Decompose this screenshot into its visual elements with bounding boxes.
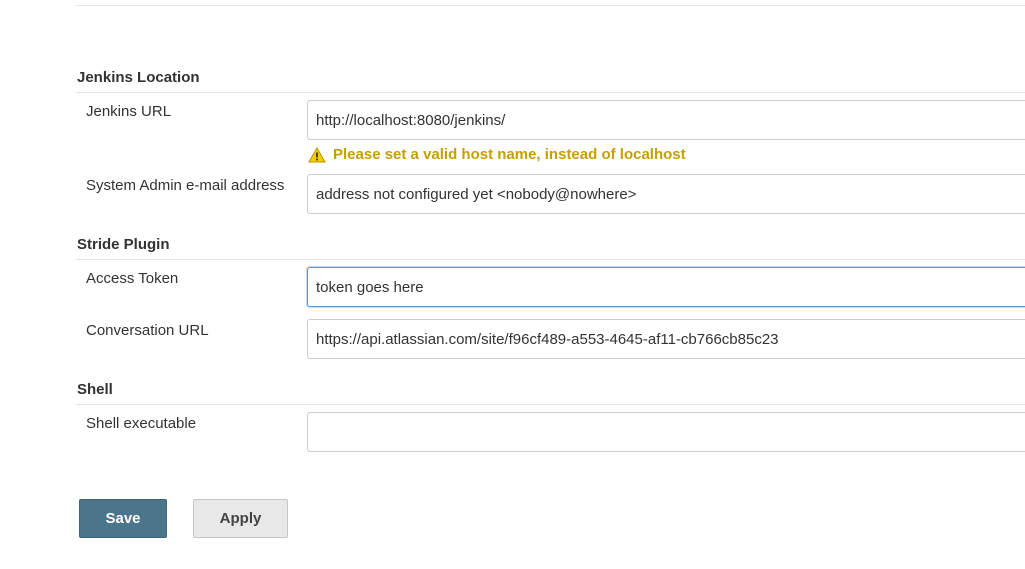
apply-button[interactable]: Apply [193,499,288,538]
section-title-jenkins-location: Jenkins Location [77,69,200,86]
access-token-input[interactable] [307,267,1025,307]
conversation-url-input[interactable] [307,319,1025,359]
jenkins-url-input[interactable] [307,100,1025,140]
admin-email-input[interactable] [307,174,1025,214]
jenkins-url-warning: Please set a valid host name, instead of… [308,145,686,165]
shell-executable-label: Shell executable [86,415,197,432]
warning-text: Please set a valid host name, instead of… [333,146,686,163]
section-title-shell: Shell [77,381,113,398]
divider [76,5,1025,6]
jenkins-url-label: Jenkins URL [86,103,172,120]
shell-executable-input[interactable] [307,412,1025,452]
divider [76,92,1025,93]
config-page: Jenkins Location Jenkins URL Please set … [0,0,1025,569]
warning-icon [308,146,326,163]
section-title-stride-plugin: Stride Plugin [77,236,170,253]
divider [76,404,1025,405]
divider [76,259,1025,260]
conversation-url-label: Conversation URL [86,322,209,339]
access-token-label: Access Token [86,270,179,287]
admin-email-label: System Admin e-mail address [86,177,285,194]
save-button[interactable]: Save [79,499,167,538]
